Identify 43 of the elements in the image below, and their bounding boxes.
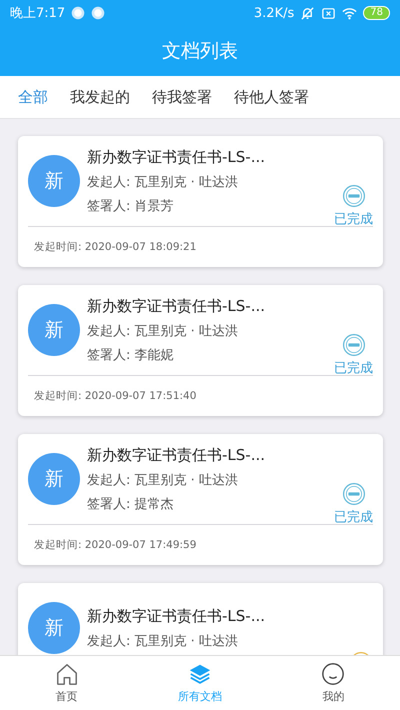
document-card[interactable]: 新 新办数字证书责任书-LS-... 发起人: 瓦里别克 · 吐达洪 签署人: 李能妮 已完成 发起时间: 2020-09-07 17:51:40 <box>18 285 383 416</box>
document-card[interactable]: 新 新办数字证书责任书-LS-... 发起人: 瓦里别克 · 吐达洪 <box>18 583 383 655</box>
home-icon <box>54 662 79 686</box>
initiator: 发起人: 瓦里别克 · 吐达洪 <box>87 632 239 650</box>
initiator: 发起人: 瓦里别克 · 吐达洪 <box>87 174 239 190</box>
nav-tab[interactable]: 首页 <box>0 656 134 710</box>
filter-tab[interactable]: 全部 <box>18 82 48 112</box>
document-card[interactable]: 新 新办数字证书责任书-LS-... 发起人: 瓦里别克 · 吐达洪 签署人: 肖景芳 已完成 发起时间: 2020-09-07 18:09:21 <box>18 136 383 267</box>
initiator: 发起人: 瓦里别克 · 吐达洪 <box>87 472 239 488</box>
status-time: 晚上7:17 <box>10 5 66 22</box>
document-title: 新办数字证书责任书-LS-... <box>87 296 266 316</box>
avatar: 新 <box>28 304 80 356</box>
smiley-icon <box>321 662 346 686</box>
avatar: 新 <box>28 155 80 207</box>
mute-icon <box>300 6 316 20</box>
document-title: 新办数字证书责任书-LS-... <box>87 148 266 166</box>
document-title: 新办数字证书责任书-LS-... <box>87 446 266 464</box>
filter-tab[interactable]: 待他人签署 <box>234 82 309 112</box>
document-card[interactable]: 新 新办数字证书责任书-LS-... 发起人: 瓦里别克 · 吐达洪 签署人: 提常杰 已完成 发起时间: 2020-09-07 17:49:59 <box>18 434 383 565</box>
layers-icon <box>188 662 212 686</box>
signer: 签署人: 肖景芳 <box>87 198 175 214</box>
page-title: 文档列表 <box>162 39 238 64</box>
notification-icon <box>71 6 86 20</box>
sim-icon <box>321 6 336 20</box>
nav-tab[interactable]: 我的 <box>266 656 400 710</box>
signer: 签署人: 李能妮 <box>87 346 175 364</box>
start-time: 发起时间: 2020-09-07 18:09:21 <box>34 240 196 254</box>
battery-level: 78 <box>363 6 390 20</box>
start-time: 发起时间: 2020-09-07 17:51:40 <box>34 389 196 403</box>
avatar: 新 <box>28 602 80 654</box>
wifi-icon <box>342 6 358 20</box>
initiator: 发起人: 瓦里别克 · 吐达洪 <box>87 322 239 340</box>
network-speed: 3.2K/s <box>254 6 294 20</box>
status-label: 已完成 <box>334 509 373 526</box>
filter-tab[interactable]: 待我签署 <box>152 82 212 112</box>
filter-tab[interactable]: 我发起的 <box>70 82 130 112</box>
status-label: 已完成 <box>334 211 373 228</box>
document-title: 新办数字证书责任书-LS-... <box>87 606 266 626</box>
notification-icon <box>91 6 106 20</box>
signer: 签署人: 提常杰 <box>87 496 175 512</box>
start-time: 发起时间: 2020-09-07 17:49:59 <box>34 538 196 552</box>
avatar: 新 <box>28 453 80 505</box>
status-label: 已完成 <box>334 360 373 377</box>
